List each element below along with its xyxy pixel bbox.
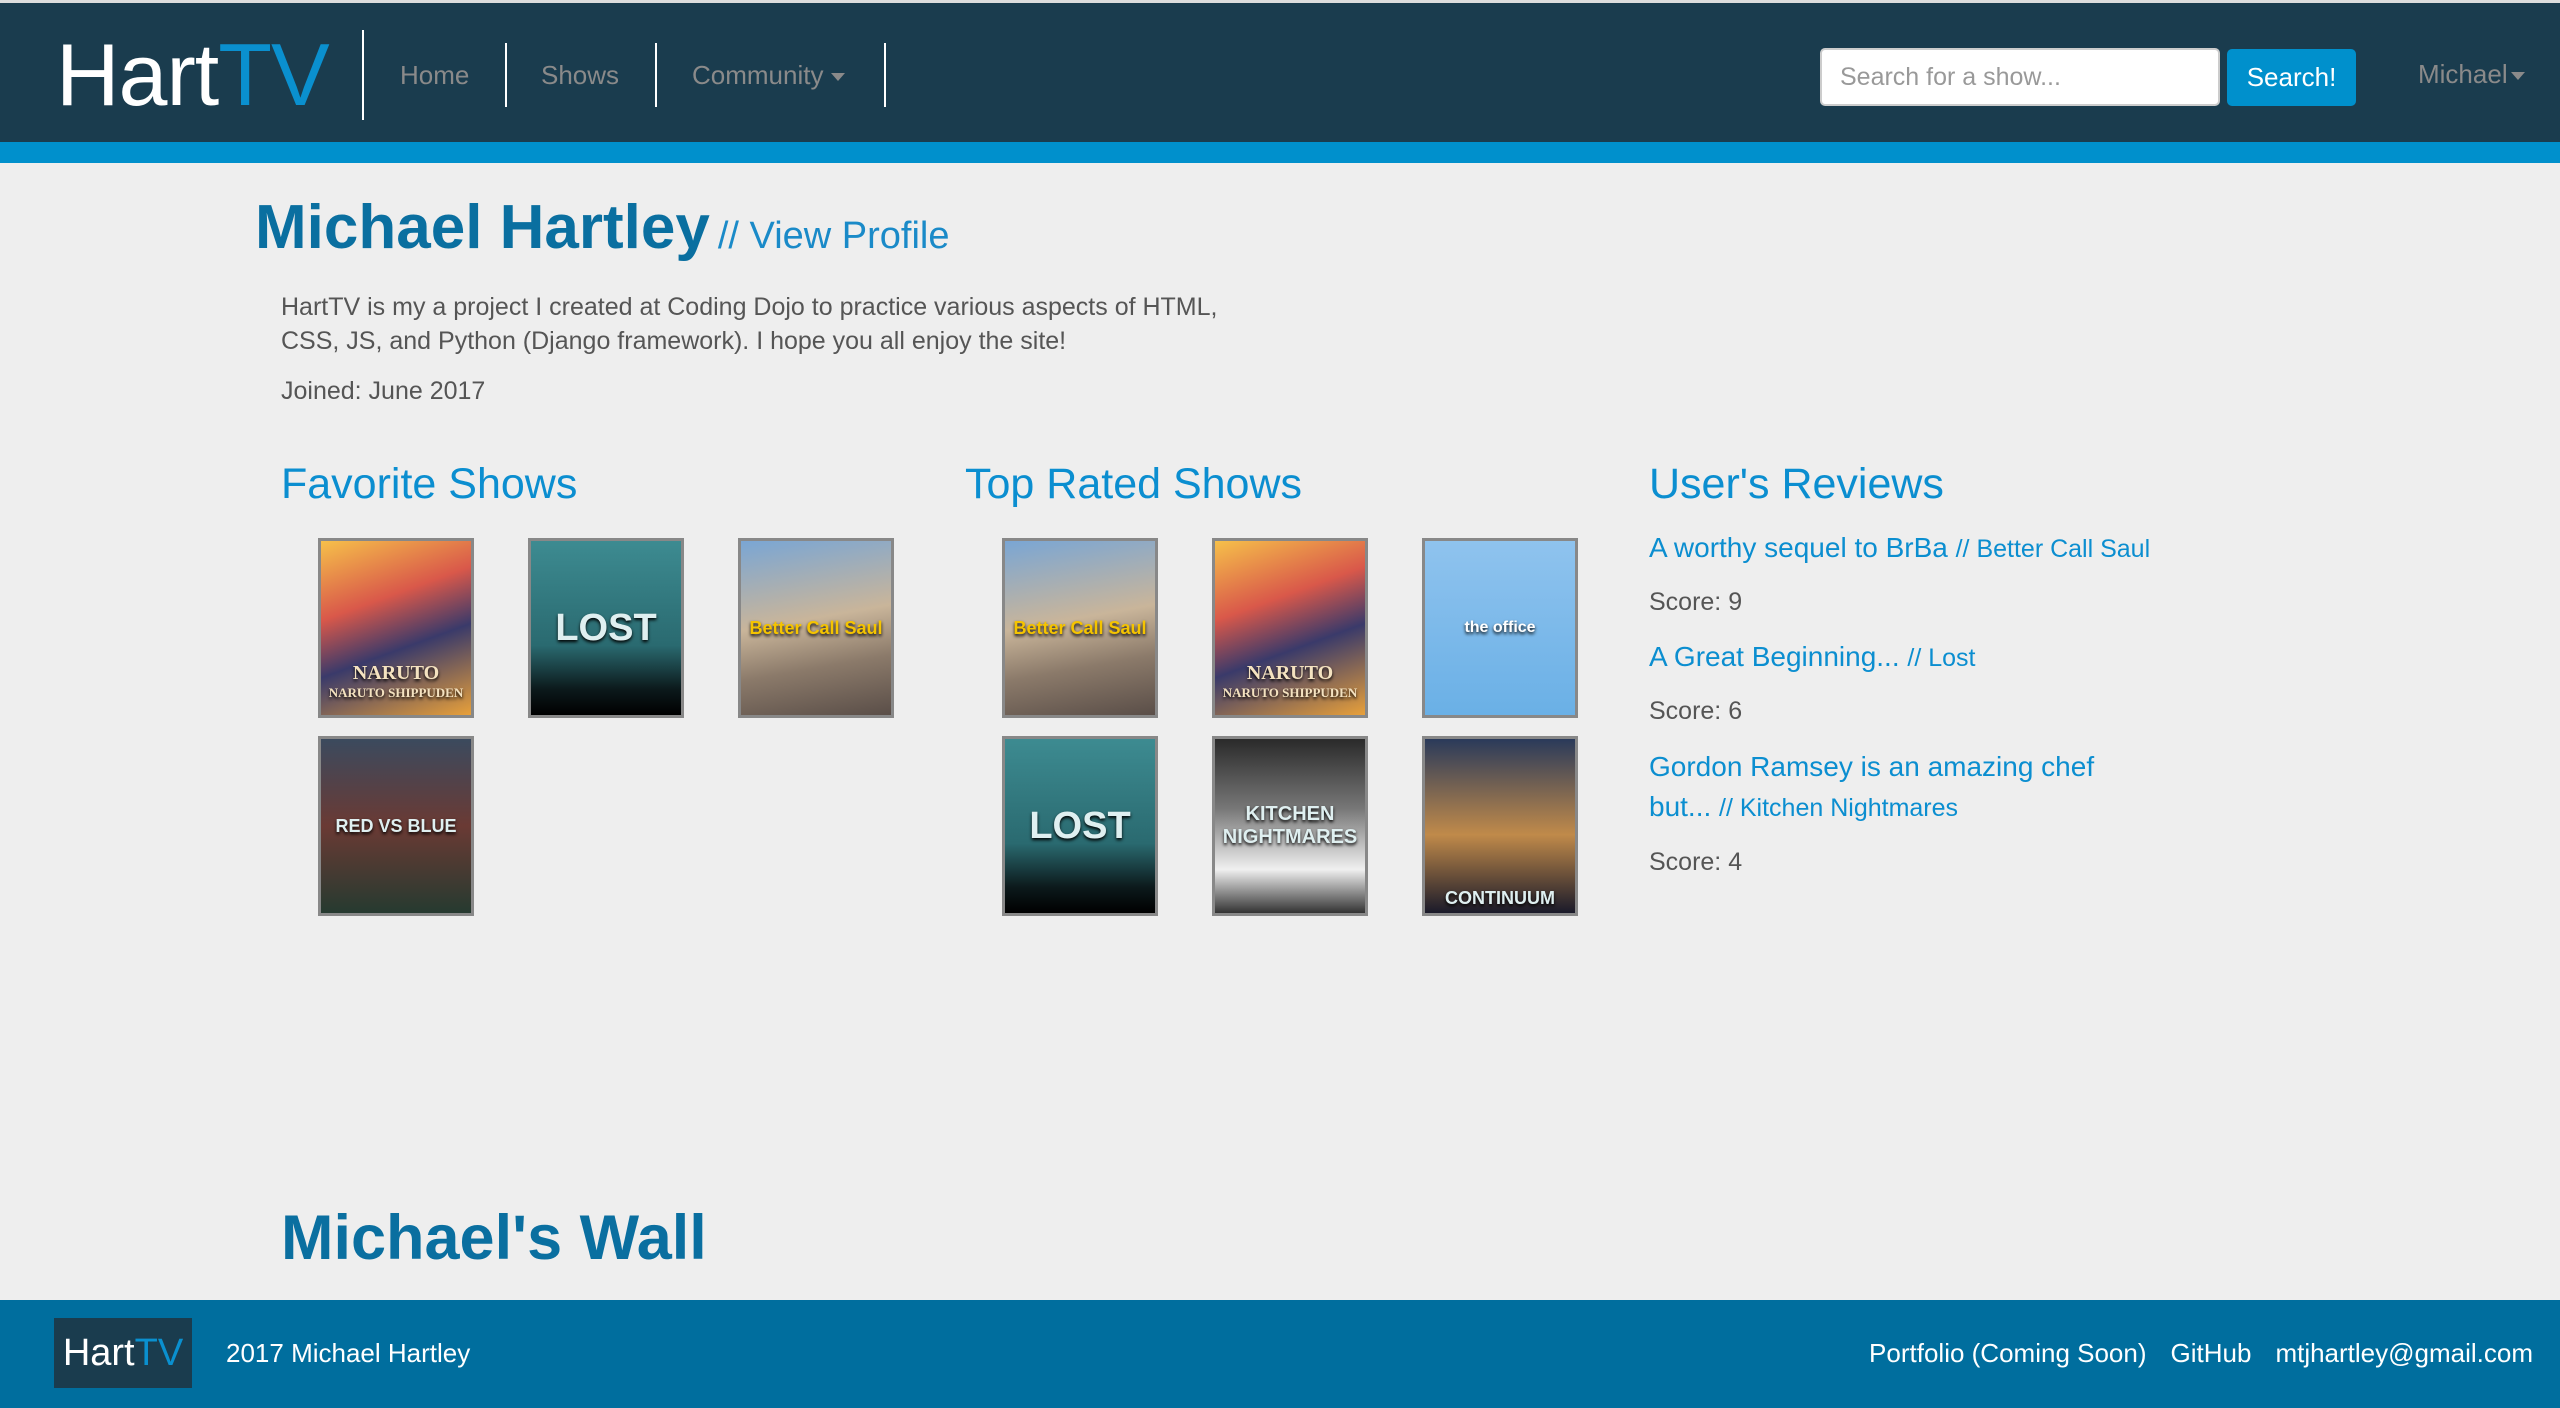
bio-line: HartTV is my a project I created at Codi… xyxy=(281,293,1218,321)
poster-lost[interactable]: LOST xyxy=(1002,736,1158,916)
top-rated-heading: Top Rated Shows xyxy=(965,460,1303,508)
poster-red-vs-blue[interactable]: RED VS BLUE xyxy=(318,736,474,916)
caret-down-icon xyxy=(2510,72,2525,81)
accent-stripe xyxy=(0,142,2560,163)
review-show: // Kitchen Nightmares xyxy=(1719,794,1959,822)
logo-main: Hart xyxy=(56,25,219,124)
joined-date: Joined: June 2017 xyxy=(281,377,486,405)
nav-community-label: Community xyxy=(692,60,824,90)
footer-logo-accent: TV xyxy=(134,1332,184,1374)
nav-home[interactable]: Home xyxy=(400,59,469,91)
divider xyxy=(655,43,657,107)
user-menu[interactable]: Michael xyxy=(2418,59,2525,90)
review-score: Score: 4 xyxy=(1649,848,1743,876)
footer-links: Portfolio (Coming Soon) GitHub mtjhartley@… xyxy=(1845,1338,2533,1369)
poster-better-call-saul[interactable]: Better Call Saul xyxy=(738,538,894,718)
review-show: // Lost xyxy=(1907,644,1976,672)
review-link[interactable]: A worthy sequel to BrBa // Better Call S… xyxy=(1649,528,2169,569)
bio-line: CSS, JS, and Python (Django framework). … xyxy=(281,327,1067,355)
nav-shows[interactable]: Shows xyxy=(541,59,619,91)
view-profile-link[interactable]: // View Profile xyxy=(718,215,950,257)
poster-the-office[interactable]: the office xyxy=(1422,538,1578,718)
copyright: 2017 Michael Hartley xyxy=(226,1338,471,1368)
nav-community[interactable]: Community xyxy=(692,59,846,91)
footer-portfolio-link[interactable]: Portfolio (Coming Soon) xyxy=(1869,1338,2146,1368)
poster-art-text: NARUTO xyxy=(1246,662,1334,684)
logo[interactable]: HartTV xyxy=(56,25,330,125)
poster-continuum[interactable]: CONTINUUM xyxy=(1422,736,1578,916)
navbar: HartTV Home Shows Community Search! Mich… xyxy=(0,0,2560,142)
footer: HartTV 2017 Michael Hartley Portfolio (C… xyxy=(0,1300,2560,1408)
poster-lost[interactable]: LOST xyxy=(528,538,684,718)
review-link[interactable]: Gordon Ramsey is an amazing chef but... … xyxy=(1649,747,2129,828)
divider xyxy=(362,30,364,120)
footer-email-link[interactable]: mtjhartley@gmail.com xyxy=(2275,1338,2533,1368)
poster-show-name: Naruto Shippuden xyxy=(1222,685,1358,700)
poster-art-text: NARUTO xyxy=(352,662,440,684)
review-show: // Better Call Saul xyxy=(1955,535,2151,563)
poster-kitchen-nightmares[interactable]: KITCHEN NIGHTMARES xyxy=(1212,736,1368,916)
review-score: Score: 6 xyxy=(1649,697,1743,725)
poster-show-name: Naruto Shippuden xyxy=(328,685,464,700)
reviews-heading: User's Reviews xyxy=(1649,460,1944,508)
profile-bio: HartTV is my a project I created at Codi… xyxy=(281,290,1281,358)
footer-logo-main: Hart xyxy=(62,1332,135,1374)
footer-github-link[interactable]: GitHub xyxy=(2171,1338,2252,1368)
user-name: Michael xyxy=(2418,59,2508,89)
poster-better-call-saul[interactable]: Better Call Saul xyxy=(1002,538,1158,718)
review-score: Score: 9 xyxy=(1649,588,1743,616)
search-input[interactable] xyxy=(1820,48,2220,106)
wall-heading: Michael's Wall xyxy=(281,1203,707,1273)
search-button[interactable]: Search! xyxy=(2227,49,2356,106)
profile-name: Michael Hartley xyxy=(255,193,710,262)
favorite-shows-heading: Favorite Shows xyxy=(281,460,578,508)
logo-accent: TV xyxy=(218,25,329,124)
page-title: Michael Hartley// View Profile xyxy=(255,192,949,263)
review-link[interactable]: A Great Beginning... // Lost xyxy=(1649,637,2169,678)
caret-down-icon xyxy=(831,73,846,82)
review-title: A Great Beginning... xyxy=(1649,641,1900,672)
review-title: A worthy sequel to BrBa xyxy=(1649,532,1948,563)
divider xyxy=(505,43,507,107)
poster-naruto-shippuden[interactable]: NARUTO Naruto Shippuden xyxy=(318,538,474,718)
footer-logo[interactable]: HartTV xyxy=(54,1318,192,1388)
poster-naruto-shippuden[interactable]: NARUTO Naruto Shippuden xyxy=(1212,538,1368,718)
divider xyxy=(884,43,886,107)
